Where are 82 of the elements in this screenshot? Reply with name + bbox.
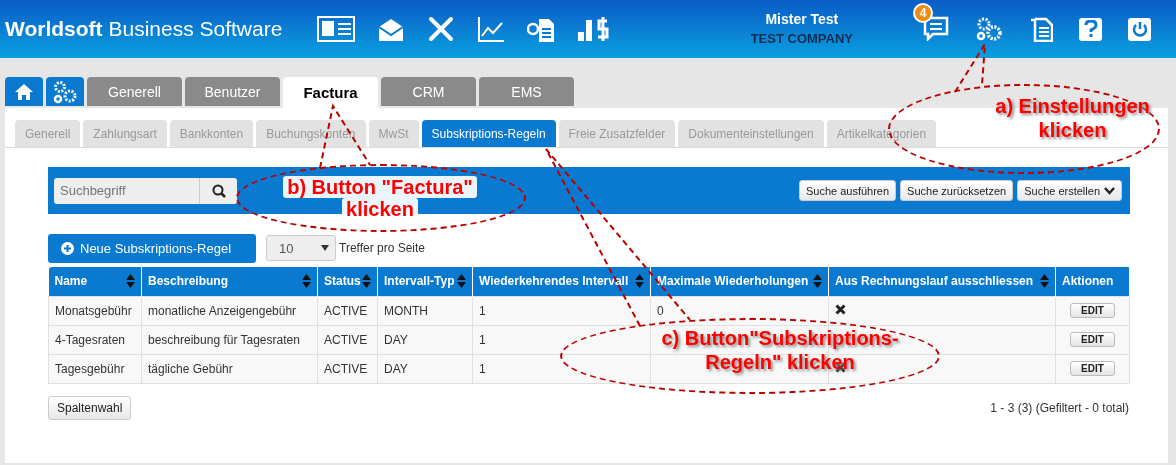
sub-tab[interactable]: Subskriptions-Regeln bbox=[421, 120, 556, 147]
sub-tab[interactable]: Artikelkategorien bbox=[826, 120, 937, 147]
table-cell: Monatsgebühr bbox=[48, 296, 142, 325]
column-header[interactable]: Intervall-Typ bbox=[377, 267, 473, 296]
main-tab[interactable]: EMS bbox=[479, 77, 574, 106]
callout-text: a) Einstellungen bbox=[995, 94, 1150, 118]
table-cell: 1 bbox=[472, 296, 651, 325]
table-cell: beschreibung für Tagesraten bbox=[141, 325, 318, 354]
table-cell: ACTIVE bbox=[317, 296, 378, 325]
table-cell: 0 bbox=[650, 296, 829, 325]
sort-icon[interactable] bbox=[1040, 274, 1049, 289]
sort-icon[interactable] bbox=[635, 274, 644, 289]
column-header[interactable]: Wiederkehrendes Intervall bbox=[472, 267, 651, 296]
sort-icon[interactable] bbox=[813, 274, 822, 289]
callout-text: klicken bbox=[1038, 118, 1107, 142]
chevron-icon bbox=[1104, 186, 1115, 195]
table-cell: tägliche Gebühr bbox=[141, 354, 318, 383]
sub-tab[interactable]: Zahlungsart bbox=[83, 120, 167, 147]
column-chooser-button[interactable]: Spaltenwahl bbox=[48, 395, 132, 420]
gears-icon bbox=[52, 79, 78, 104]
column-header[interactable]: Status bbox=[317, 267, 378, 296]
line-chart-icon[interactable] bbox=[477, 16, 505, 42]
callout-text: Regeln" klicken bbox=[705, 350, 855, 374]
table-cell: monatliche Anzeigengebühr bbox=[141, 296, 318, 325]
main-tab[interactable]: Factura bbox=[283, 77, 378, 108]
table-cell: 4-Tagesraten bbox=[48, 325, 142, 354]
main-tab[interactable]: Generell bbox=[87, 77, 182, 106]
table-cell: DAY bbox=[377, 325, 473, 354]
table-cell: MONTH bbox=[377, 296, 473, 325]
user-name: Mister Test bbox=[764, 10, 840, 29]
sort-icon[interactable] bbox=[362, 274, 371, 289]
new-rule-button[interactable]: Neue Subskriptions-Regel bbox=[48, 233, 256, 263]
sub-tab[interactable]: MwSt bbox=[368, 120, 419, 147]
home-icon bbox=[14, 82, 34, 101]
page-size-label: Treffer pro Seite bbox=[339, 241, 426, 255]
home-tab[interactable] bbox=[5, 77, 43, 106]
search-field[interactable]: Suchbegriff bbox=[54, 177, 199, 204]
table-cell: ACTIVE bbox=[317, 354, 378, 383]
pagination-summary: 1 - 3 (3) (Gefiltert - 0 total) bbox=[990, 400, 1129, 415]
sort-icon[interactable] bbox=[126, 274, 135, 289]
sort-icon[interactable] bbox=[457, 274, 466, 289]
table-cell: 1 bbox=[472, 325, 651, 354]
search-button[interactable]: Suche erstellen bbox=[1017, 180, 1122, 201]
bar-dollar-icon[interactable] bbox=[577, 16, 611, 42]
main-tab[interactable]: Benutzer bbox=[185, 77, 280, 106]
callout-text: b) Button "Factura" bbox=[283, 176, 477, 198]
sub-tab[interactable]: Freie Zusatzfelder bbox=[558, 120, 676, 147]
column-header[interactable]: Aktionen bbox=[1055, 267, 1130, 296]
sort-icon[interactable] bbox=[302, 274, 311, 289]
search-button[interactable]: Suche zurücksetzen bbox=[900, 180, 1014, 201]
documents-icon[interactable] bbox=[1029, 16, 1053, 42]
edit-button[interactable]: EDIT bbox=[1070, 361, 1115, 376]
search-button[interactable] bbox=[199, 177, 237, 204]
table-cell: DAY bbox=[377, 354, 473, 383]
company-name: TEST COMPANY bbox=[750, 30, 853, 48]
table-cell: 1 bbox=[472, 354, 651, 383]
column-header[interactable]: Name bbox=[48, 267, 142, 296]
search-icon bbox=[211, 183, 226, 198]
edit-button[interactable]: EDIT bbox=[1070, 303, 1115, 318]
page-size-select[interactable]: 10 bbox=[266, 235, 336, 261]
dropdown-arrow-icon bbox=[321, 245, 329, 251]
help-icon[interactable] bbox=[1079, 17, 1102, 41]
main-tab[interactable]: CRM bbox=[381, 77, 476, 106]
settings-tab[interactable] bbox=[46, 77, 84, 106]
callout-text: c) Button"Subskriptions- bbox=[661, 326, 899, 350]
table-cell: Tagesgebühr bbox=[48, 354, 142, 383]
sub-tab[interactable]: Bankkonten bbox=[169, 120, 254, 147]
sub-tab[interactable]: Generell bbox=[15, 120, 81, 147]
plus-icon bbox=[61, 241, 74, 255]
leader-line bbox=[954, 43, 986, 93]
power-icon[interactable] bbox=[1128, 17, 1151, 41]
app-title: Worldsoft Business Software bbox=[5, 17, 284, 41]
table-cell: ACTIVE bbox=[317, 325, 378, 354]
search-button[interactable]: Suche ausführen bbox=[798, 180, 897, 201]
edit-button[interactable]: EDIT bbox=[1070, 332, 1115, 347]
column-header[interactable]: Beschreibung bbox=[141, 267, 318, 296]
settings-icon[interactable] bbox=[975, 16, 1003, 42]
notification-badge: 4 bbox=[913, 2, 933, 23]
column-header[interactable]: Maximale Wiederholungen bbox=[650, 267, 829, 296]
sub-tab[interactable]: Dokumenteinstellungen bbox=[678, 120, 824, 147]
column-header[interactable]: Aus Rechnungslauf ausschliessen bbox=[828, 267, 1056, 296]
contact-card-icon[interactable] bbox=[317, 16, 355, 42]
